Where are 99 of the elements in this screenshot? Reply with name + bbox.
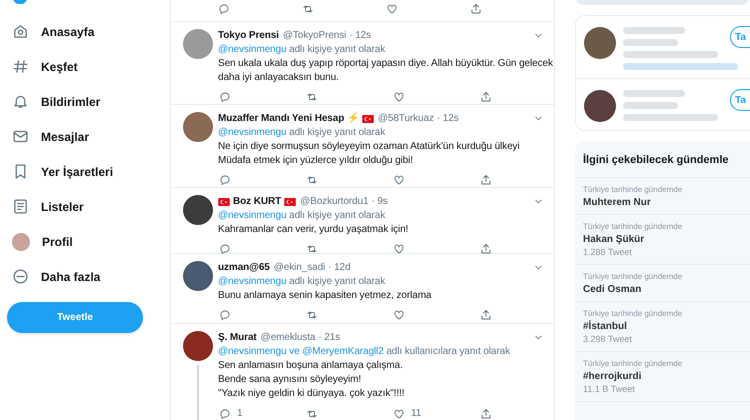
retweet-icon[interactable] — [306, 243, 318, 255]
trend-context: Türkiye tarihinde gündemde — [583, 270, 684, 282]
user-name[interactable]: Ş. Murat — [218, 331, 257, 345]
reply-icon[interactable] — [219, 408, 231, 420]
heart-icon[interactable] — [393, 243, 405, 255]
nav-link[interactable]: Profil — [42, 232, 73, 250]
follow-button[interactable]: Ta — [730, 26, 750, 48]
reply-context: @nevsinmengu ve @MeryemKaragll2 adlı kullanıcılara yanıt olarak — [218, 345, 511, 359]
reply-context: @nevsinmengu adlı kişiye yanıt olarak — [218, 275, 386, 289]
mention-link[interactable]: @nevsinmengu — [218, 44, 286, 55]
retweet-icon[interactable] — [306, 408, 318, 420]
avatar-photo[interactable] — [584, 90, 616, 122]
mention-link[interactable]: @nevsinmengu — [218, 127, 286, 138]
trend-context: Türkiye tarihinde gündemde — [583, 220, 684, 232]
share-icon[interactable] — [480, 243, 492, 255]
list-icon[interactable] — [12, 198, 29, 215]
more-icon[interactable] — [12, 268, 29, 285]
nav-link[interactable]: Yer İşaretleri — [41, 162, 114, 180]
user-handle[interactable]: @Bozkurtordu1 — [300, 195, 368, 209]
heart-icon[interactable] — [386, 3, 398, 15]
tweet-text: Sen ukala ukala duş yapıp röportaj yapasın diye. Allah büyüktür. Gün gelecek daha iyi anlayacaksın bunu. — [218, 57, 554, 85]
nav-link[interactable]: Bildirimler — [41, 92, 100, 110]
reply-icon[interactable] — [219, 174, 231, 186]
share-icon[interactable] — [480, 91, 492, 103]
retweet-icon[interactable] — [306, 174, 318, 186]
trend-name[interactable]: #İstanbul — [583, 320, 742, 332]
avatar-photo[interactable] — [584, 27, 616, 59]
blurred-text — [623, 27, 685, 34]
trend-name[interactable]: Muhterem Nur — [583, 196, 742, 208]
trend-name[interactable]: Cedi Osman — [583, 282, 742, 296]
trend-count: 1.288 Tweet — [583, 246, 633, 258]
tweet-time[interactable]: · 12d — [328, 261, 350, 275]
heart-icon[interactable] — [393, 174, 405, 186]
retweet-icon[interactable] — [302, 3, 314, 15]
heart-icon[interactable] — [393, 408, 405, 420]
reply-icon[interactable] — [219, 309, 231, 321]
blurred-text — [623, 39, 678, 46]
nav-link[interactable]: Mesajlar — [41, 128, 90, 146]
share-icon[interactable] — [480, 174, 492, 186]
mention-link[interactable]: @nevsinmengu — [218, 346, 286, 357]
hashtag-icon[interactable] — [12, 58, 29, 75]
tweet-text: Sen anlamasın boşuna anlamaya çalışma. Bende sana aynısını söyleyeyim! "Yazık niye geldin ki dünyaya. çok yazık"!!!! — [218, 359, 406, 401]
user-handle[interactable]: @58Turkuaz — [378, 112, 434, 126]
trend-count: 3.298 Tweet — [583, 332, 633, 346]
mention-link[interactable]: @MeryemKaragll2 — [302, 346, 384, 357]
heart-icon[interactable] — [393, 309, 405, 321]
reply-context: @nevsinmengu adlı kişiye yanıt olarak — [218, 126, 386, 140]
blurred-text — [623, 102, 678, 109]
mention-link[interactable]: @nevsinmengu — [218, 276, 286, 287]
trend-context: Türkiye tarihinde gündemde — [583, 308, 684, 320]
reply-context: @nevsinmengu adlı kişiye yanıt olarak — [218, 43, 386, 57]
reply-icon[interactable] — [218, 3, 230, 15]
tweet-text: Ne için diye sormuşsun söyleyeyim ozaman Atatürk'ün kurduğu ülkeyi Müdafa etmek için yüzlerce yıldır olduğu gibi! — [218, 140, 521, 168]
action-count: 11 — [411, 407, 422, 420]
nav-link[interactable]: Keşfet — [41, 58, 78, 76]
trend-name[interactable]: #herrojkurdi — [583, 370, 742, 382]
avatar-photo[interactable] — [183, 331, 213, 361]
avatar-photo[interactable] — [183, 195, 213, 225]
trend-context: Türkiye tarihinde gündemde — [583, 358, 684, 370]
user-name[interactable]: Muzaffer Mandı Yeni Hesap ⚡ — [218, 112, 359, 126]
share-icon[interactable] — [480, 408, 492, 420]
user-handle[interactable]: @ekin_sadi — [274, 261, 326, 275]
follow-button[interactable]: Ta — [730, 89, 750, 111]
trend-count: 11.1 B Tweet — [583, 382, 636, 396]
avatar-photo[interactable] — [183, 261, 213, 291]
user-name[interactable]: uzman@65 — [218, 261, 270, 275]
envelope-icon[interactable] — [12, 128, 29, 145]
user-name[interactable]: Boz KURT — [233, 195, 282, 209]
retweet-icon[interactable] — [306, 91, 318, 103]
user-name[interactable]: Tokyo Prensi — [218, 29, 279, 43]
tweet-text: Bunu anlamaya senin kapasiten yetmez, zorlama — [218, 289, 432, 303]
blurred-text — [623, 90, 685, 97]
trend-context: Türkiye tarihinde gündemde — [583, 184, 684, 196]
reply-icon[interactable] — [219, 91, 231, 103]
tweet-button[interactable]: Tweetle — [7, 302, 143, 333]
tweet-time[interactable]: · 21s — [318, 331, 340, 345]
reply-icon[interactable] — [219, 243, 231, 255]
reply-context: @nevsinmengu adlı kişiye yanıt olarak — [218, 209, 386, 223]
tweet-time[interactable]: · 12s — [436, 112, 459, 126]
home-icon[interactable] — [12, 23, 29, 40]
mention-link[interactable]: ve — [289, 346, 300, 357]
panel-title: İlgini çekebilecek gündemle — [575, 141, 750, 178]
user-handle[interactable]: @emeklusta — [260, 331, 316, 345]
avatar-photo[interactable] — [183, 112, 213, 142]
tweet-text: Kahramanlar can verir, yurdu yaşatmak için! — [218, 223, 410, 237]
nav-link[interactable]: Daha fazla — [41, 268, 100, 286]
tweet-time[interactable]: · 12s — [349, 29, 372, 43]
nav-link[interactable]: Anasayfa — [41, 22, 94, 40]
action-count: 1 — [237, 407, 242, 420]
nav-link[interactable]: Listeler — [41, 198, 84, 216]
retweet-icon[interactable] — [306, 309, 318, 321]
trend-name[interactable]: Hakan Şükür — [583, 232, 742, 246]
heart-icon[interactable] — [393, 91, 405, 103]
share-icon[interactable] — [480, 309, 492, 321]
bell-icon[interactable] — [12, 93, 29, 110]
share-icon[interactable] — [470, 3, 482, 15]
tweet-time[interactable]: · 9s — [371, 195, 388, 209]
mention-link[interactable]: @nevsinmengu — [218, 210, 286, 221]
user-handle[interactable]: @TokyoPrensi — [282, 29, 346, 43]
